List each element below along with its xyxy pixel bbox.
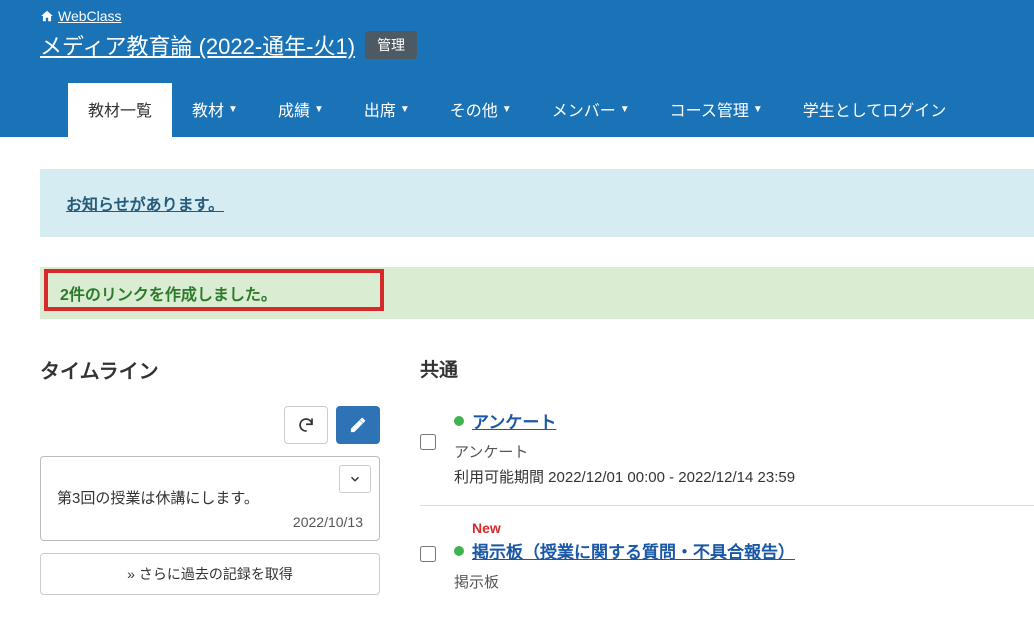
brand-link[interactable]: WebClass	[40, 8, 122, 24]
admin-badge[interactable]: 管理	[365, 31, 417, 59]
caret-down-icon: ▼	[400, 104, 410, 115]
timeline-date: 2022/10/13	[57, 514, 363, 530]
notice-box: お知らせがあります。	[40, 169, 1034, 237]
course-title[interactable]: メディア教育論 (2022-通年-火1)	[40, 29, 355, 61]
status-dot-icon	[454, 416, 464, 426]
nav-tab-login-as-student[interactable]: 学生としてログイン	[783, 83, 967, 137]
pencil-icon	[349, 416, 367, 434]
materials-panel: 共通 アンケート アンケート 利用可能期間 2022/12/01 00:00 -…	[420, 355, 1034, 624]
nav-tab-grades[interactable]: 成績▼	[258, 83, 344, 137]
home-icon	[40, 9, 54, 23]
material-checkbox[interactable]	[420, 546, 436, 562]
refresh-button[interactable]	[284, 406, 328, 444]
caret-down-icon: ▼	[502, 104, 512, 115]
compose-button[interactable]	[336, 406, 380, 444]
timeline-panel: タイムライン 第3回の授業は休講にします。 2022/10/13 » さらに過去…	[40, 355, 380, 595]
nav-tab-course-admin[interactable]: コース管理▼	[650, 83, 783, 137]
notice-link[interactable]: お知らせがあります。	[66, 197, 224, 214]
nav-tab-materials[interactable]: 教材▼	[172, 83, 258, 137]
nav-tabs: 教材一覧 教材▼ 成績▼ 出席▼ その他▼ メンバー▼ コース管理▼ 学生として…	[0, 83, 1034, 137]
caret-down-icon: ▼	[314, 104, 324, 115]
refresh-icon	[297, 416, 315, 434]
load-more-button[interactable]: » さらに過去の記録を取得	[40, 553, 380, 595]
material-title-link[interactable]: 掲示板（授業に関する質問・不具合報告）	[472, 538, 795, 563]
material-title-link[interactable]: アンケート	[472, 408, 556, 433]
material-item: New 掲示板（授業に関する質問・不具合報告） 掲示板	[420, 520, 1034, 610]
material-item: アンケート アンケート 利用可能期間 2022/12/01 00:00 - 20…	[420, 408, 1034, 506]
nav-tab-materials-list[interactable]: 教材一覧	[68, 83, 172, 137]
chevron-down-icon	[348, 472, 362, 486]
header: WebClass メディア教育論 (2022-通年-火1) 管理 教材一覧 教材…	[0, 0, 1034, 137]
material-type: 掲示板	[454, 571, 1034, 592]
material-period: 利用可能期間 2022/12/01 00:00 - 2022/12/14 23:…	[454, 466, 1034, 487]
new-badge: New	[472, 520, 1034, 536]
success-box: 2件のリンクを作成しました。	[40, 267, 1034, 319]
nav-tab-members[interactable]: メンバー▼	[532, 83, 650, 137]
timeline-heading: タイムライン	[40, 355, 380, 384]
brand-label: WebClass	[58, 8, 122, 24]
materials-heading: 共通	[420, 355, 1034, 382]
nav-tab-attendance[interactable]: 出席▼	[344, 83, 430, 137]
caret-down-icon: ▼	[228, 104, 238, 115]
material-checkbox[interactable]	[420, 434, 436, 450]
success-text: 2件のリンクを作成しました。	[60, 287, 277, 304]
timeline-message: 第3回の授業は休講にします。	[57, 487, 363, 508]
status-dot-icon	[454, 546, 464, 556]
nav-tab-other[interactable]: その他▼	[430, 83, 532, 137]
timeline-card: 第3回の授業は休講にします。 2022/10/13	[40, 456, 380, 541]
caret-down-icon: ▼	[620, 104, 630, 115]
collapse-button[interactable]	[339, 465, 371, 493]
material-type: アンケート	[454, 441, 1034, 462]
caret-down-icon: ▼	[753, 104, 763, 115]
